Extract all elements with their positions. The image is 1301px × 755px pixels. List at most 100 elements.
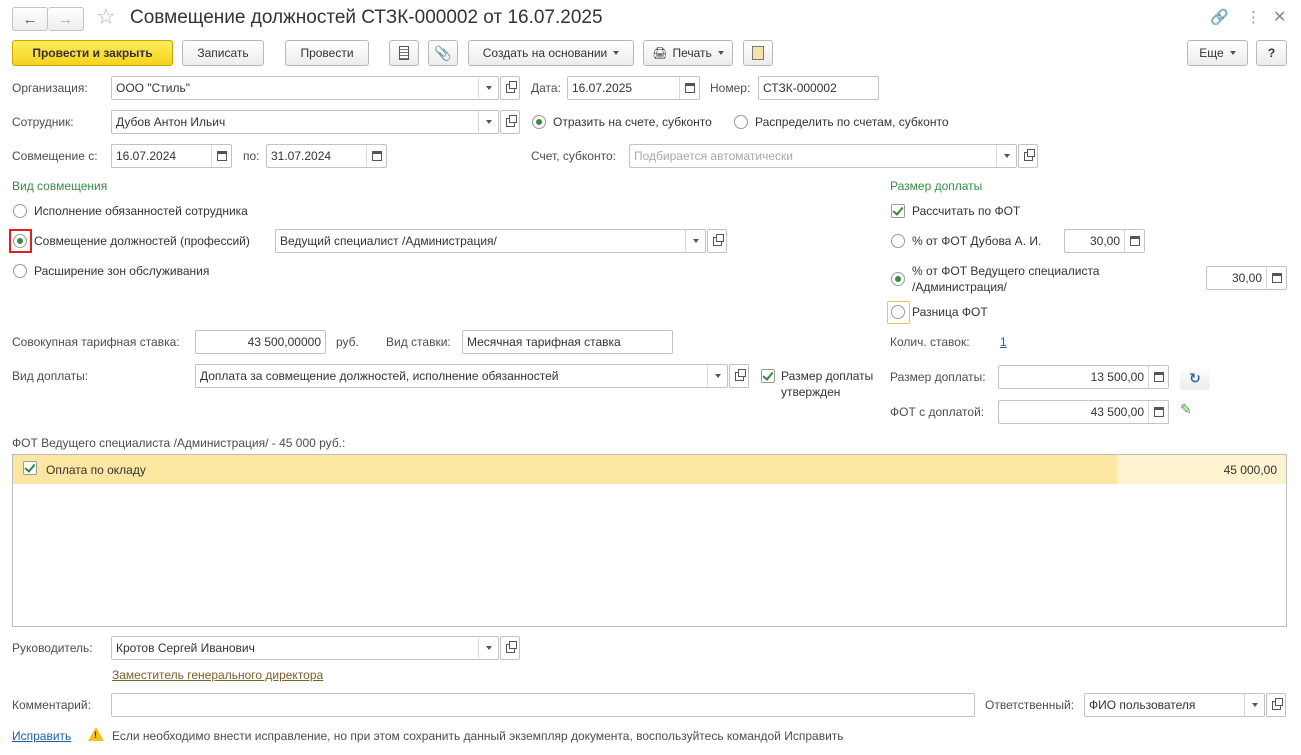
fot-with-label: ФОТ с доплатой: [890, 405, 985, 419]
report-button[interactable] [743, 40, 773, 66]
payment-size-header: Размер доплаты [890, 179, 983, 193]
document-list-icon [399, 46, 409, 60]
combination-opt1-radio[interactable] [13, 204, 27, 218]
approved-label-2: утвержден [781, 385, 841, 399]
open-icon [505, 80, 517, 93]
calculator-icon[interactable] [1148, 401, 1168, 423]
calculator-icon[interactable] [1124, 230, 1144, 252]
reflect-account-radio[interactable] [532, 115, 546, 129]
total-rate-label: Совокупная тарифная ставка: [12, 335, 180, 349]
position-field[interactable]: Ведущий специалист /Администрация/ [275, 229, 706, 253]
responsible-label: Ответственный: [985, 698, 1075, 712]
manager-open-button[interactable] [500, 636, 520, 660]
calculator-icon[interactable] [1148, 366, 1168, 388]
manager-label: Руководитель: [12, 641, 93, 655]
refresh-button[interactable]: ↻ [1180, 366, 1210, 390]
manager-field[interactable]: Кротов Сергей Иванович [111, 636, 499, 660]
distribute-accounts-label: Распределить по счетам, субконто [755, 115, 949, 129]
fix-link[interactable]: Исправить [12, 729, 71, 743]
total-rate-field[interactable]: 43 500,00000 [195, 330, 326, 354]
chevron-down-icon[interactable] [996, 145, 1016, 167]
org-open-button[interactable] [500, 76, 520, 100]
calendar-icon[interactable] [211, 145, 231, 167]
row-amount: 45 000,00 [1223, 463, 1277, 477]
pct-position-field[interactable]: 30,00 [1206, 266, 1287, 290]
combination-opt3-radio[interactable] [13, 264, 27, 278]
org-field[interactable]: ООО "Стиль" [111, 76, 499, 100]
close-icon[interactable]: ✕ [1273, 7, 1286, 27]
fot-diff-radio[interactable] [891, 305, 905, 319]
back-button[interactable]: ← [12, 7, 48, 31]
calendar-icon[interactable] [366, 145, 386, 167]
rate-type-field[interactable]: Месячная тарифная ставка [462, 330, 673, 354]
combo-from-field[interactable]: 16.07.2024 [111, 144, 232, 168]
chevron-down-icon[interactable] [707, 365, 727, 387]
combination-opt2-radio[interactable] [13, 234, 27, 248]
responsible-field[interactable]: ФИО пользователя [1084, 693, 1265, 717]
distribute-accounts-radio[interactable] [734, 115, 748, 129]
position-open-button[interactable] [707, 229, 727, 253]
favorite-star-icon[interactable]: ☆ [96, 4, 116, 30]
post-button[interactable]: Провести [285, 40, 369, 66]
amount-field[interactable]: 13 500,00 [998, 365, 1169, 389]
chevron-down-icon[interactable] [478, 77, 498, 99]
rate-count-label: Колич. ставок: [890, 335, 970, 349]
paperclip-icon: 📎 [434, 44, 452, 61]
currency-label: руб. [336, 335, 359, 349]
attachments-button[interactable]: 📎 [428, 40, 458, 66]
row-name: Оплата по окладу [46, 463, 146, 477]
pct-employee-radio[interactable] [891, 234, 905, 248]
rate-count-link[interactable]: 1 [1000, 335, 1007, 349]
responsible-open-button[interactable] [1266, 693, 1286, 717]
chevron-down-icon[interactable] [1244, 694, 1264, 716]
fot-diff-label: Разница ФОТ [912, 305, 988, 319]
post-and-close-button[interactable]: Провести и закрыть [12, 40, 173, 66]
open-icon [505, 114, 517, 127]
pct-position-radio[interactable] [891, 272, 905, 286]
more-button[interactable]: Еще [1187, 40, 1248, 66]
employee-open-button[interactable] [500, 110, 520, 134]
account-field[interactable]: Подбирается автоматически [629, 144, 1017, 168]
forward-button[interactable]: → [48, 7, 84, 31]
row-checkbox[interactable] [23, 461, 37, 475]
calc-by-fot-checkbox[interactable] [891, 204, 905, 218]
more-vertical-icon[interactable]: ⋮ [1246, 8, 1261, 26]
combo-to-field[interactable]: 31.07.2024 [266, 144, 387, 168]
employee-field[interactable]: Дубов Антон Ильич [111, 110, 499, 134]
edit-pencil-icon[interactable]: ✎ [1180, 401, 1192, 418]
chevron-down-icon[interactable] [685, 230, 705, 252]
link-icon[interactable]: 🔗 [1210, 8, 1229, 26]
refresh-icon: ↻ [1189, 369, 1201, 386]
fot-table: Оплата по окладу 45 000,00 [12, 454, 1287, 627]
number-field[interactable]: СТЗК-000002 [758, 76, 879, 100]
manager-position-link[interactable]: Заместитель генерального директора [112, 668, 323, 682]
combination-header: Вид совмещения [12, 179, 108, 193]
create-based-on-button[interactable]: Создать на основании [468, 40, 634, 66]
calculator-icon[interactable] [1266, 267, 1286, 289]
table-row[interactable]: Оплата по окладу 45 000,00 [13, 455, 1286, 484]
date-field[interactable]: 16.07.2025 [567, 76, 700, 100]
reflect-account-label: Отразить на счете, субконто [553, 115, 712, 129]
combination-opt1-label: Исполнение обязанностей сотрудника [34, 204, 248, 218]
payment-type-open-button[interactable] [729, 364, 749, 388]
open-icon [734, 368, 746, 381]
chevron-down-icon[interactable] [478, 111, 498, 133]
pct-employee-label: % от ФОТ Дубова А. И. [912, 234, 1042, 248]
open-icon [712, 233, 724, 246]
fot-with-field[interactable]: 43 500,00 [998, 400, 1169, 424]
approved-checkbox[interactable] [761, 369, 775, 383]
calendar-icon[interactable] [679, 77, 699, 99]
open-icon [1023, 148, 1035, 161]
journal-button[interactable] [389, 40, 419, 66]
approved-label-1: Размер доплаты [781, 369, 874, 383]
payment-type-field[interactable]: Доплата за совмещение должностей, исполн… [195, 364, 728, 388]
chevron-down-icon[interactable] [478, 637, 498, 659]
print-button[interactable]: 🖨 Печать [643, 40, 733, 66]
account-open-button[interactable] [1018, 144, 1038, 168]
help-button[interactable]: ? [1256, 40, 1287, 66]
comment-field[interactable] [111, 693, 975, 717]
save-button[interactable]: Записать [182, 40, 264, 66]
org-label: Организация: [12, 81, 88, 95]
fix-hint: Если необходимо внести исправление, но п… [112, 729, 844, 743]
pct-employee-field[interactable]: 30,00 [1064, 229, 1145, 253]
